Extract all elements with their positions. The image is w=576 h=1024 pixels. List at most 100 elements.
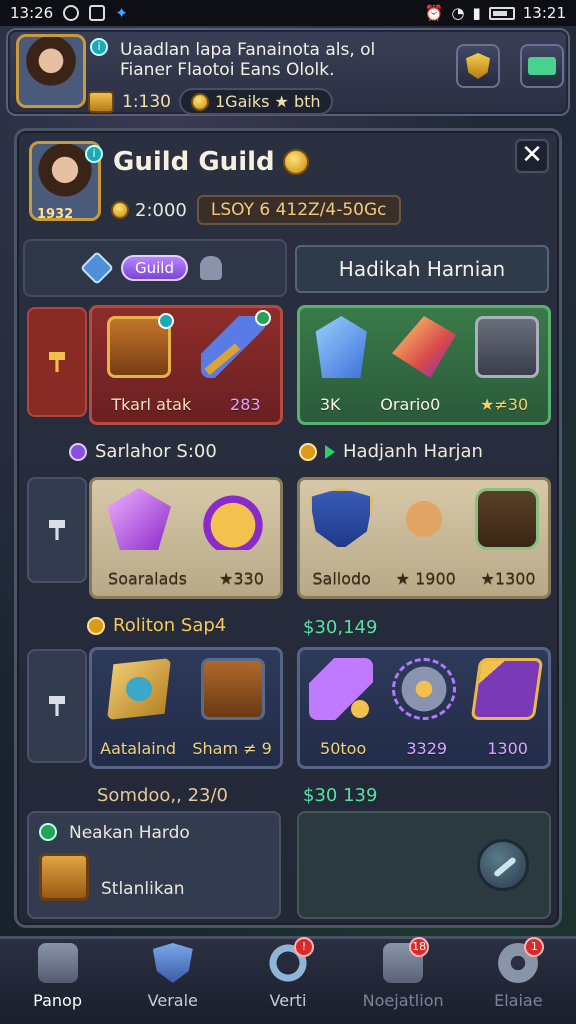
card-price: Sham ≠ 9 [192,739,272,758]
nav-label: Noejatlion [362,991,444,1010]
reward-title: Neakan Hardo [69,823,190,843]
guild-info-icon[interactable]: i [85,145,103,163]
guild-title-text: Guild Guild [113,147,275,177]
guild-gold-amount: 2:000 [135,199,187,221]
side-tab-3[interactable] [27,649,87,763]
banner-title-line1: Uaadlan lapa Fanainota als, ol [120,40,376,60]
tab-marker-icon [49,696,65,716]
ticket-button[interactable] [520,44,564,88]
guild-coin-icon [282,149,309,175]
section-label-2-left: Roliton Sap4 [87,615,226,636]
card-label: Orario0 [380,395,441,414]
card-price: ★330 [219,569,264,588]
crystal-blade-icon [309,658,374,720]
shop-card-sand-left[interactable]: Soaralads ★330 [89,477,283,599]
tab-guild[interactable]: Guild [121,255,188,281]
flame-gem-icon [391,316,456,378]
home-icon [37,943,78,983]
gold-shield-icon [299,442,317,461]
shop-card-navy-right[interactable]: 50too 3329 1300 [297,647,551,769]
gear-artifact-icon [391,658,456,720]
section-header-right[interactable]: Hadikah Harnian [295,245,549,293]
green-orb-icon [39,823,57,841]
gold-plate-icon [107,658,171,720]
shop-card-green[interactable]: 3K Orario0 ★≠30 [297,305,551,425]
shop-card-navy-left[interactable]: Aatalaind Sham ≠ 9 [89,647,283,769]
currency-amount-1: 1:130 [122,91,171,112]
blue-crystal-icon [315,316,367,378]
currency-amount-2: 1Gaiks ★ bth [215,92,321,111]
golden-helmet-icon [201,488,265,550]
nav-label: Verti [269,991,307,1010]
magic-wand-icon [201,310,271,378]
card-price: ★≠30 [480,395,529,414]
card-label: Aatalaind [100,739,176,758]
gold-orb-icon [87,616,105,635]
chest-currency-icon [88,90,114,113]
section-label-text: Hadjanh Harjan [343,441,483,462]
reward-title-row: Neakan Hardo [39,823,190,843]
signal-icon: ▮ [472,4,481,22]
section-label-2-right: $30,149 [303,617,377,638]
currency-row: 1:130 1Gaiks ★ bth [88,88,333,115]
wooden-trunk-icon [201,658,265,720]
purple-orb-icon [69,442,87,461]
bell-icon[interactable] [200,256,222,280]
golden-chest-icon [39,853,89,901]
banner-title: Uaadlan lapa Fanainota als, ol Fianer Fl… [120,40,375,80]
rank-button[interactable] [456,44,500,88]
card-label: 3K [319,395,341,414]
diamond-icon[interactable] [80,251,114,285]
ticket-icon [528,57,556,75]
guild-tab-bar: Guild [23,239,287,297]
player-banner: i Uaadlan lapa Fanainota als, ol Fianer … [6,28,570,116]
nav-label: Elaiae [494,991,543,1010]
close-button[interactable]: ✕ [515,139,549,173]
section-label-3-left: Somdoo,, 23/0 [97,785,228,806]
wrench-button[interactable] [477,839,529,891]
gold-coin-icon [111,201,129,219]
spellbook-icon [470,658,543,720]
player-avatar[interactable] [16,34,86,108]
card-label: Tkarl atak [111,395,192,414]
action-card [297,811,551,919]
section-label-text: Roliton Sap4 [113,615,227,636]
guild-tag[interactable]: LSOY 6 412Z/4-50Gc [196,195,401,225]
coin-icon [191,92,209,111]
notification-badge: ! [293,937,314,957]
section-label-text: $30,149 [303,617,378,638]
treasure-chest-icon [107,313,174,378]
shop-card-red[interactable]: Tkarl atak 283 [89,305,283,425]
card-label: Sallodo [312,569,371,588]
section-label-text: Somdoo,, 23/0 [97,785,229,806]
section-label-3-right: $30 139 [303,785,377,806]
guild-gold: 2:000 [111,200,187,221]
guild-panel: ✕ i 1932 Guild Guild 2:000 LSOY 6 412Z/4… [14,128,562,928]
battery-icon [488,6,515,20]
bluetooth-icon: ✦ [115,4,128,22]
info-icon[interactable]: i [90,38,108,56]
nav-item-verti[interactable]: ! Verti [234,937,342,1010]
guild-gold-row: 2:000 LSOY 6 412Z/4-50Gc [111,195,401,225]
guild-title: Guild Guild [113,147,309,177]
nav-label: Verale [147,991,198,1010]
currency-pill[interactable]: 1Gaiks ★ bth [179,88,333,115]
section-label-text: $30 139 [303,785,378,806]
card-price: 283 [230,395,261,414]
status-time-left: 13:26 [10,4,54,22]
nav-item-verale[interactable]: Verale [119,943,227,1010]
side-tab-1[interactable] [27,307,87,417]
reward-card[interactable]: Neakan Hardo Stlanlikan [27,811,281,919]
guild-level: 1932 [37,207,74,222]
nav-item-panop[interactable]: Panop [4,943,112,1010]
card-price: 3329 [406,739,448,758]
app-notification-icon [63,5,80,21]
nav-item-noejatlion[interactable]: 18 Noejatlion [349,937,457,1010]
bear-figure-icon [391,488,456,550]
side-tab-2[interactable] [27,477,87,583]
nav-label: Panop [33,991,82,1010]
card-price: ★1300 [480,569,536,588]
nav-item-elaiae[interactable]: 1 Elaiae [464,937,572,1010]
card-price: ★ 1900 [395,569,456,588]
shop-card-sand-right[interactable]: Sallodo ★ 1900 ★1300 [297,477,551,599]
